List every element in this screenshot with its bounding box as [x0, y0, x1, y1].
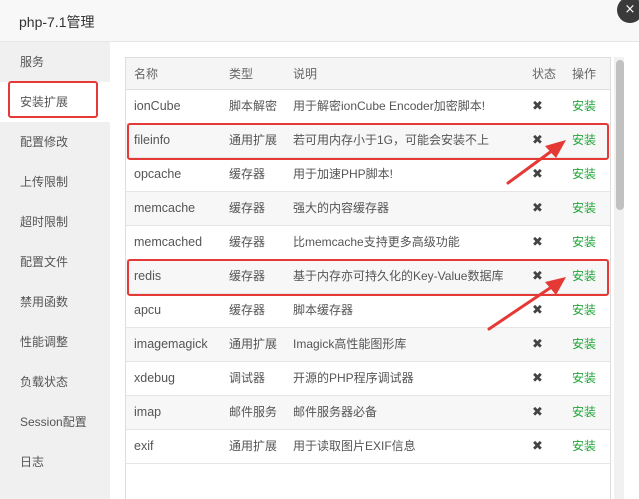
table-row: apcu 缓存器 脚本缓存器 ✖ 安装 [126, 294, 610, 328]
header-name: 名称 [134, 67, 159, 81]
install-button[interactable]: 安装 [572, 192, 596, 225]
install-button[interactable]: 安装 [572, 328, 596, 361]
ext-type: 通用扩展 [229, 439, 278, 453]
status-x-icon: ✖ [532, 439, 543, 454]
sidebar-item[interactable]: 日志 [0, 442, 110, 482]
sidebar-item[interactable]: 负载状态 [0, 362, 110, 402]
table-row: exif 通用扩展 用于读取图片EXIF信息 ✖ 安装 [126, 430, 610, 464]
ext-name: memcached [134, 235, 203, 249]
install-button[interactable]: 安装 [572, 362, 596, 395]
table-row: opcache 缓存器 用于加速PHP脚本! ✖ 安装 [126, 158, 610, 192]
ext-name: fileinfo [134, 133, 171, 147]
sidebar-item[interactable]: 服务 [0, 42, 110, 82]
ext-name: memcache [134, 201, 196, 215]
status-x-icon: ✖ [532, 133, 543, 148]
install-button[interactable]: 安装 [572, 396, 596, 429]
ext-type: 缓存器 [229, 269, 266, 283]
sidebar-item[interactable]: 超时限制 [0, 202, 110, 242]
ext-name: imagemagick [134, 337, 208, 351]
ext-type: 缓存器 [229, 303, 266, 317]
window-title: php-7.1管理 [19, 14, 95, 30]
sidebar-item[interactable]: 禁用函数 [0, 282, 110, 322]
ext-description: 若可用内存小于1G，可能会安装不上 [293, 133, 490, 147]
table-row: redis 缓存器 基于内存亦可持久化的Key-Value数据库 ✖ 安装 [126, 260, 610, 294]
status-x-icon: ✖ [532, 371, 543, 386]
sidebar-item[interactable]: 配置修改 [0, 122, 110, 162]
status-x-icon: ✖ [532, 99, 543, 114]
status-x-icon: ✖ [532, 167, 543, 182]
install-button[interactable]: 安装 [572, 158, 596, 191]
ext-name: exif [134, 439, 154, 453]
ext-description: Imagick高性能图形库 [293, 337, 407, 351]
status-x-icon: ✖ [532, 269, 543, 284]
extension-table: 名称 类型 说明 状态 操作 ionCube 脚本解密 用于解密ionCube En… [125, 57, 611, 499]
table-row: xdebug 调试器 开源的PHP程序调试器 ✖ 安装 [126, 362, 610, 396]
install-button[interactable]: 安装 [572, 294, 596, 327]
install-button[interactable]: 安装 [572, 226, 596, 259]
ext-type: 通用扩展 [229, 337, 278, 351]
ext-name: redis [134, 269, 162, 283]
ext-name: xdebug [134, 371, 176, 385]
ext-name: ionCube [134, 99, 181, 113]
ext-name: imap [134, 405, 162, 419]
ext-description: 强大的内容缓存器 [293, 201, 390, 215]
ext-type: 脚本解密 [229, 99, 278, 113]
ext-type: 通用扩展 [229, 133, 278, 147]
window-titlebar: php-7.1管理 [0, 0, 639, 42]
header-action: 操作 [572, 67, 597, 81]
ext-description: 开源的PHP程序调试器 [293, 371, 414, 385]
ext-description: 用于解密ionCube Encoder加密脚本! [293, 99, 486, 113]
ext-description: 比memcache支持更多高级功能 [293, 235, 460, 249]
ext-description: 邮件服务器必备 [293, 405, 378, 419]
header-status: 状态 [532, 67, 557, 81]
table-row: fileinfo 通用扩展 若可用内存小于1G，可能会安装不上 ✖ 安装 [126, 124, 610, 158]
status-x-icon: ✖ [532, 201, 543, 216]
table-row: memcache 缓存器 强大的内容缓存器 ✖ 安装 [126, 192, 610, 226]
ext-description: 用于读取图片EXIF信息 [293, 439, 416, 453]
ext-name: opcache [134, 167, 182, 181]
ext-description: 用于加速PHP脚本! [293, 167, 394, 181]
scrollbar-thumb[interactable] [616, 60, 624, 210]
install-button[interactable]: 安装 [572, 260, 596, 293]
sidebar-item[interactable]: 配置文件 [0, 242, 110, 282]
install-button[interactable]: 安装 [572, 124, 596, 157]
ext-type: 邮件服务 [229, 405, 278, 419]
install-button[interactable]: 安装 [572, 90, 596, 123]
status-x-icon: ✖ [532, 235, 543, 250]
table-row: ionCube 脚本解密 用于解密ionCube Encoder加密脚本! ✖ 安装 [126, 90, 610, 124]
sidebar-item[interactable]: Session配置 [0, 402, 110, 442]
sidebar-item[interactable]: 安装扩展 [0, 82, 110, 122]
header-desc: 说明 [293, 67, 318, 81]
ext-description: 脚本缓存器 [293, 303, 354, 317]
status-x-icon: ✖ [532, 405, 543, 420]
table-row: memcached 缓存器 比memcache支持更多高级功能 ✖ 安装 [126, 226, 610, 260]
table-row: imagemagick 通用扩展 Imagick高性能图形库 ✖ 安装 [126, 328, 610, 362]
table-header: 名称 类型 说明 状态 操作 [126, 58, 610, 90]
sidebar-item[interactable]: 性能调整 [0, 322, 110, 362]
ext-type: 缓存器 [229, 167, 266, 181]
ext-description: 基于内存亦可持久化的Key-Value数据库 [293, 269, 504, 283]
install-button[interactable]: 安装 [572, 430, 596, 463]
header-type: 类型 [229, 67, 254, 81]
ext-name: apcu [134, 303, 162, 317]
ext-type: 调试器 [229, 371, 266, 385]
close-icon[interactable]: × [617, 0, 639, 23]
sidebar-item[interactable]: 上传限制 [0, 162, 110, 202]
status-x-icon: ✖ [532, 337, 543, 352]
ext-type: 缓存器 [229, 235, 266, 249]
status-x-icon: ✖ [532, 303, 543, 318]
ext-type: 缓存器 [229, 201, 266, 215]
table-row: imap 邮件服务 邮件服务器必备 ✖ 安装 [126, 396, 610, 430]
